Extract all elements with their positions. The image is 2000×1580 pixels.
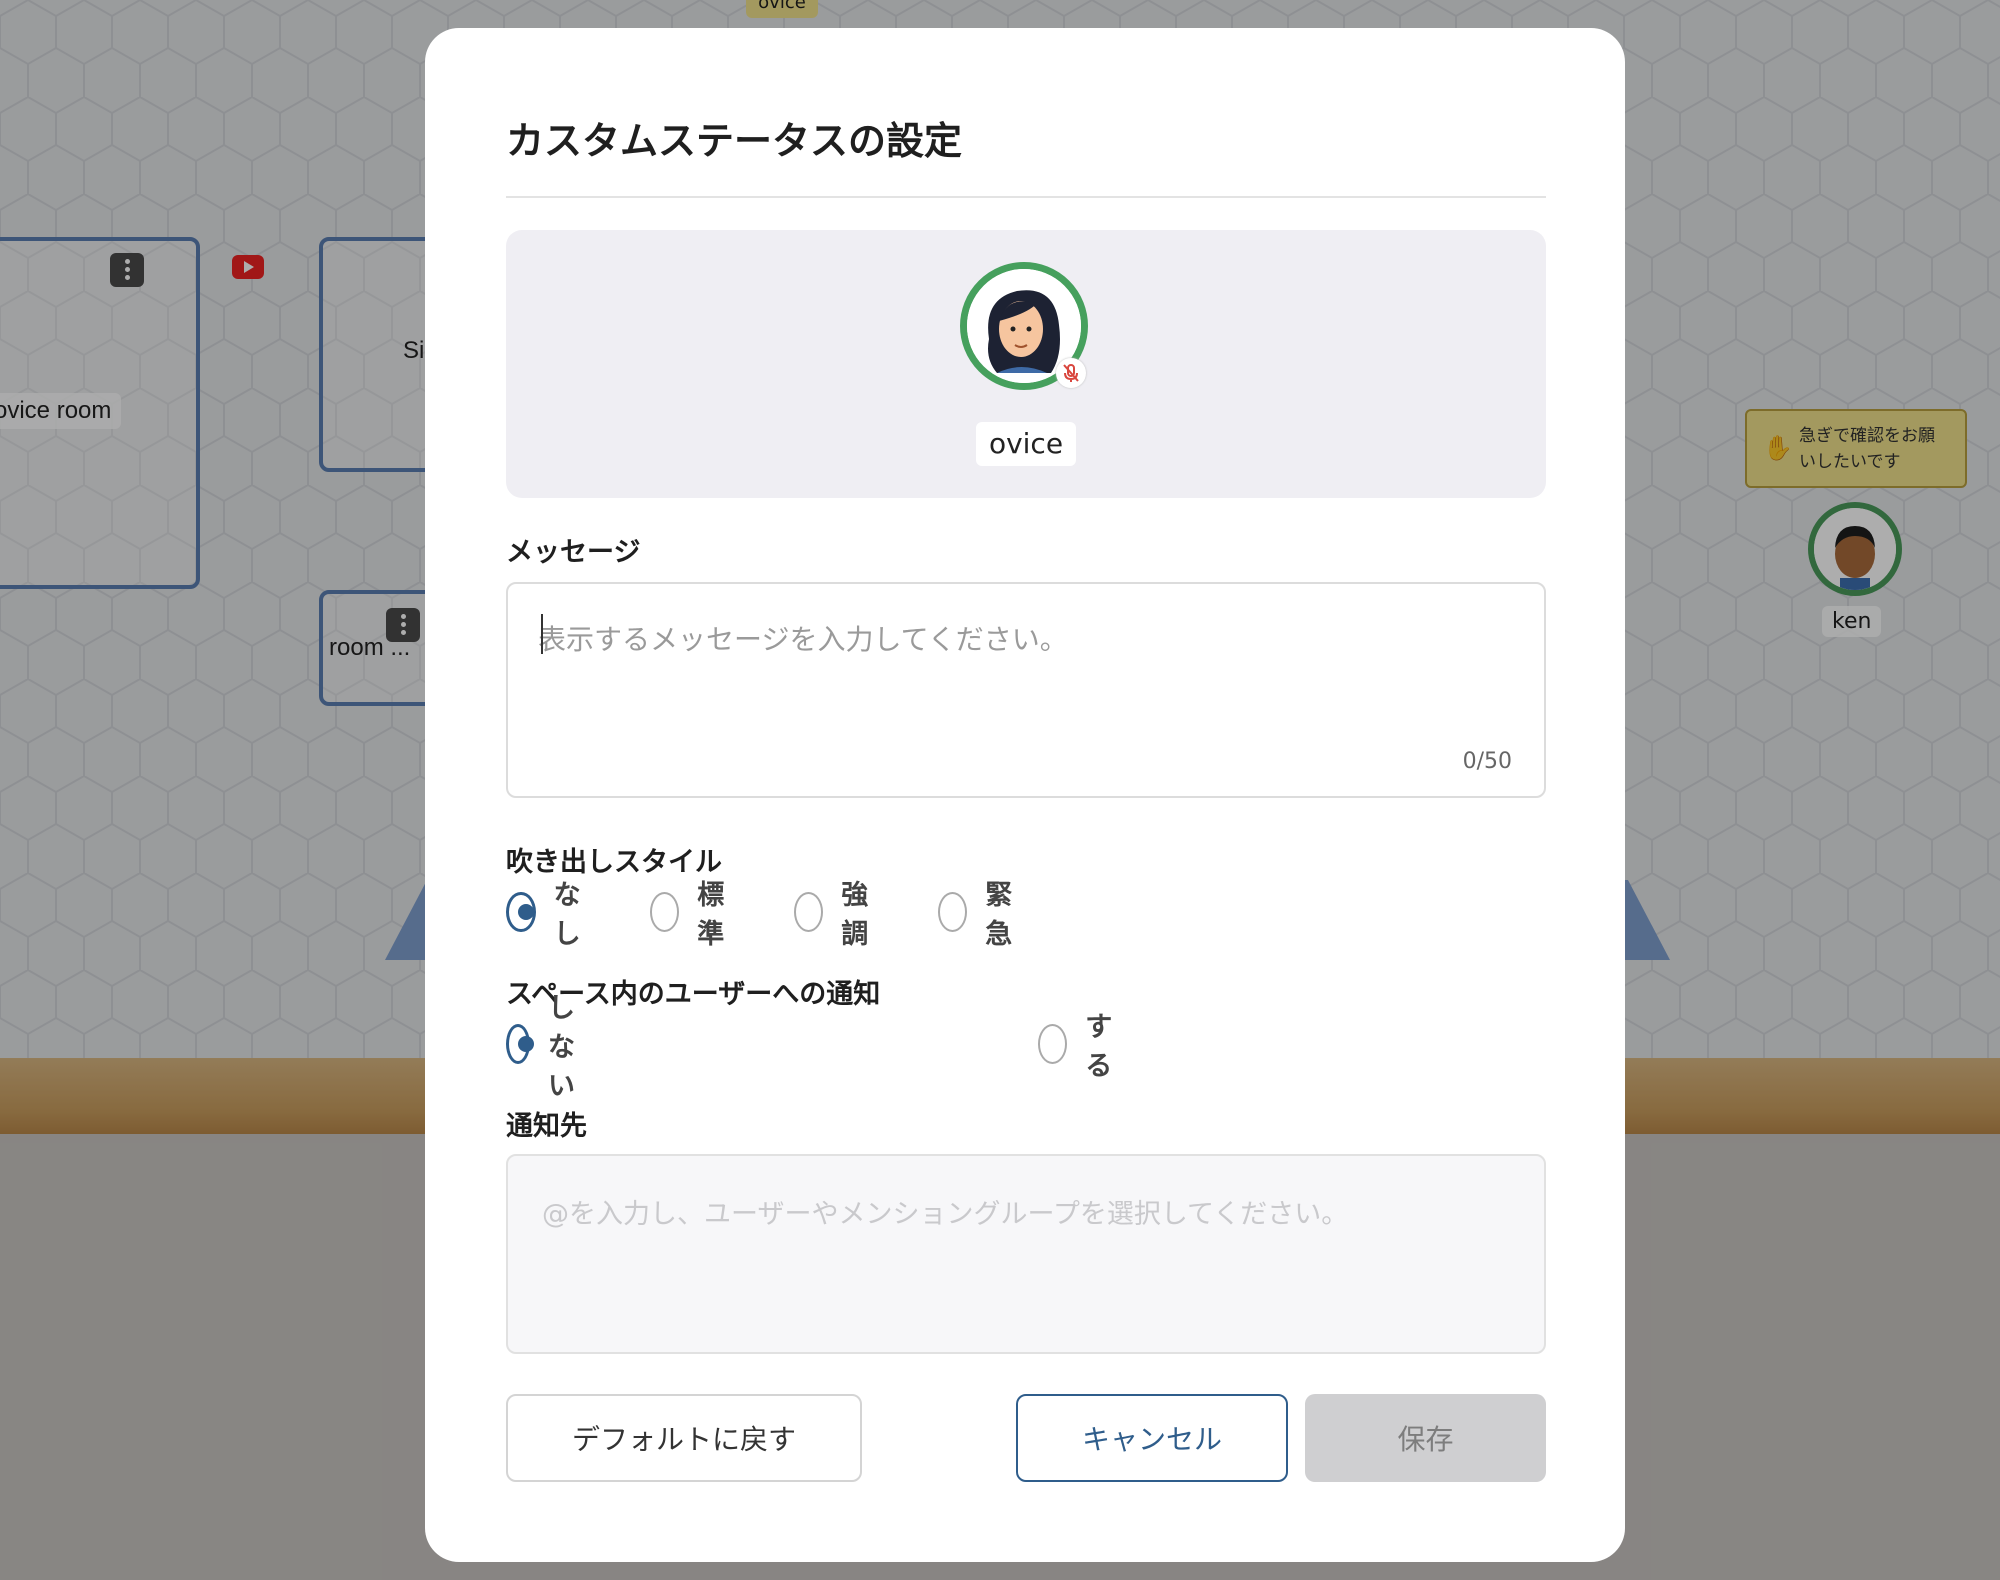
- radio-notify-off[interactable]: しない: [506, 993, 591, 1102]
- message-field[interactable]: 0/50: [506, 582, 1546, 798]
- radio-circle[interactable]: [794, 892, 824, 932]
- radio-style-standard[interactable]: 標準: [650, 880, 735, 950]
- char-counter: 0/50: [1462, 749, 1512, 774]
- radio-label: しない: [548, 992, 576, 1102]
- radio-style-none[interactable]: なし: [506, 880, 591, 950]
- radio-circle[interactable]: [1038, 1024, 1068, 1064]
- radio-label: なし: [553, 880, 581, 950]
- title-divider: [506, 196, 1546, 198]
- radio-label: する: [1085, 1012, 1113, 1082]
- status-preview: ovice: [506, 230, 1546, 498]
- destination-field[interactable]: @を入力し、ユーザーやメンショングループを選択してください。: [506, 1154, 1546, 1354]
- custom-status-dialog: カスタムステータスの設定 ovice メッセージ 表示するメッセージを入力してく…: [425, 28, 1625, 1562]
- destination-label: 通知先: [506, 1111, 587, 1142]
- radio-style-emphasis[interactable]: 強調: [794, 880, 879, 950]
- radio-circle[interactable]: [650, 892, 680, 932]
- radio-circle[interactable]: [506, 892, 536, 932]
- radio-label: 強調: [841, 880, 869, 950]
- text-caret: [541, 614, 543, 654]
- radio-style-urgent[interactable]: 緊急: [938, 880, 1023, 950]
- radio-circle[interactable]: [938, 892, 968, 932]
- bubble-style-label: 吹き出しスタイル: [506, 847, 722, 878]
- dialog-title: カスタムステータスの設定: [506, 119, 963, 163]
- radio-notify-on[interactable]: する: [1038, 1012, 1123, 1082]
- radio-circle[interactable]: [506, 1024, 535, 1064]
- mic-muted-icon: [1056, 358, 1086, 388]
- radio-label: 緊急: [985, 880, 1013, 950]
- preview-user-name: ovice: [976, 422, 1076, 466]
- message-input[interactable]: [538, 618, 1498, 738]
- radio-label: 標準: [697, 880, 725, 950]
- destination-placeholder: @を入力し、ユーザーやメンショングループを選択してください。: [542, 1199, 1349, 1230]
- save-button[interactable]: 保存: [1305, 1394, 1546, 1482]
- message-label: メッセージ: [506, 537, 641, 568]
- cancel-button[interactable]: キャンセル: [1016, 1394, 1288, 1482]
- reset-default-button[interactable]: デフォルトに戻す: [506, 1394, 862, 1482]
